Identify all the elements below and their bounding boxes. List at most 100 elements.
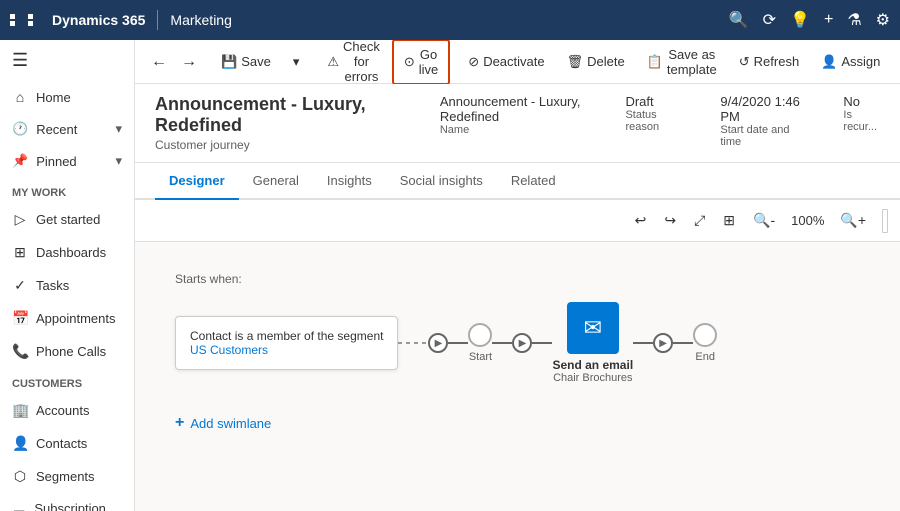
sidebar-item-appointments[interactable]: 📅 Appointments (0, 302, 134, 335)
app-name: Dynamics 365 (52, 12, 145, 28)
recent-icon: 🕐 (12, 121, 28, 137)
go-live-button[interactable]: ⊙ Go live (392, 40, 450, 85)
funnel-icon[interactable]: ⚗ (847, 10, 861, 30)
nav-buttons: ← → (145, 49, 203, 75)
fit-button[interactable]: ⤢ (688, 208, 711, 233)
us-customers-link[interactable]: US Customers (190, 343, 268, 357)
email-icon: ✉ (584, 315, 602, 341)
deactivate-button[interactable]: ⊘ Deactivate (458, 48, 554, 76)
journey-flow: Contact is a member of the segment US Cu… (175, 302, 860, 384)
record-recur-field: No Is recur... (843, 94, 880, 135)
dashed-line-1 (398, 342, 428, 344)
topbar-separator (157, 10, 158, 30)
arrow-circle-3: ▶ (653, 333, 673, 353)
redo-button[interactable]: ↪ (658, 208, 682, 233)
solid-line-3 (532, 342, 552, 344)
condition-box: Contact is a member of the segment US Cu… (175, 316, 398, 370)
canvas-area: ↩ ↪ ⤢ ⊞ 🔍- 100% 🔍+ Starts when: (135, 200, 900, 511)
email-box[interactable]: ✉ (567, 302, 619, 354)
record-subtitle: Customer journey (155, 138, 400, 152)
starts-when-label: Starts when: (175, 272, 860, 286)
add-swimlane-plus-icon: + (175, 414, 184, 432)
record-status-label: Status reason (625, 109, 680, 133)
delete-button[interactable]: 🗑 Delete (557, 48, 635, 76)
email-node-sublabel: Chair Brochures (553, 372, 632, 384)
forward-button[interactable]: → (175, 49, 203, 75)
journey-canvas: Starts when: Contact is a member of the … (135, 242, 900, 462)
resize-handle[interactable] (882, 209, 888, 233)
assign-icon: 👤 (821, 54, 837, 70)
condition-text-2: segment (337, 329, 383, 343)
deactivate-icon: ⊘ (468, 54, 479, 70)
solid-line-4 (633, 342, 653, 344)
subscription-lists-icon: ☰ (12, 508, 26, 511)
zoom-out-button[interactable]: 🔍- (747, 208, 781, 233)
solid-line-1 (448, 342, 468, 344)
plus-icon[interactable]: + (824, 11, 833, 29)
record-recur-value: No (843, 94, 880, 109)
hamburger-menu[interactable]: ☰ (0, 40, 134, 81)
refresh-button[interactable]: ↺ Refresh (729, 48, 809, 76)
zoom-in-button[interactable]: 🔍+ (834, 208, 872, 233)
settings-icon[interactable]: ⚙ (876, 10, 890, 30)
connector-to-start: ▶ (398, 333, 468, 353)
connector-to-end: ▶ (633, 333, 693, 353)
canvas-grid-button[interactable]: ⊞ (717, 208, 741, 233)
sidebar-item-accounts[interactable]: 🏢 Accounts (0, 394, 134, 427)
end-label: End (695, 351, 715, 363)
pinned-chevron-icon: ▾ (115, 153, 122, 169)
check-errors-button[interactable]: ⚠ Check for errors (317, 40, 390, 90)
sidebar-item-get-started[interactable]: ▷ Get started (0, 203, 134, 236)
email-node[interactable]: ✉ Send an email Chair Brochures (552, 302, 633, 384)
undo-button[interactable]: ↩ (629, 208, 653, 233)
delete-icon: 🗑 (567, 54, 584, 70)
tab-general[interactable]: General (239, 163, 313, 200)
record-name-label: Name (440, 124, 586, 136)
check-errors-icon: ⚠ (327, 54, 339, 70)
lightbulb-icon[interactable]: 💡 (790, 10, 810, 30)
search-icon[interactable]: 🔍 (729, 10, 749, 30)
zoom-in-icon: 🔍 (840, 212, 857, 228)
save-as-template-button[interactable]: 📋 Save as template (637, 41, 727, 83)
tab-insights[interactable]: Insights (313, 163, 386, 200)
assign-button[interactable]: 👤 Assign (811, 48, 890, 76)
add-swimlane-button[interactable]: + Add swimlane (175, 414, 860, 432)
sidebar-item-contacts[interactable]: 👤 Contacts (0, 427, 134, 460)
start-label: Start (469, 351, 492, 363)
customers-section: Customers (0, 368, 134, 394)
main-content: ← → 💾 Save ▾ ⚠ Check for errors ⊙ Go liv… (135, 40, 900, 511)
arrow-circle-2: ▶ (512, 333, 532, 353)
refresh-icon[interactable]: ⟳ (763, 10, 776, 30)
share-button[interactable]: ↗ Share (892, 48, 900, 76)
record-date-label: Start date and time (720, 124, 803, 148)
sidebar-item-home[interactable]: ⌂ Home (0, 81, 134, 113)
tab-designer[interactable]: Designer (155, 163, 239, 200)
record-title: Announcement - Luxury, Redefined (155, 94, 400, 136)
start-circle (468, 323, 492, 347)
sidebar-item-segments[interactable]: ⬡ Segments (0, 460, 134, 493)
sidebar-item-phone-calls[interactable]: 📞 Phone Calls (0, 335, 134, 368)
grid-menu-icon[interactable] (10, 14, 44, 26)
solid-line-5 (673, 342, 693, 344)
connector-to-email: ▶ (492, 333, 552, 353)
back-button[interactable]: ← (145, 49, 173, 75)
solid-line-2 (492, 342, 512, 344)
tab-related[interactable]: Related (497, 163, 570, 200)
tab-social-insights[interactable]: Social insights (386, 163, 497, 200)
save-button[interactable]: 💾 Save (211, 48, 281, 76)
sidebar-item-recent[interactable]: 🕐 Recent ▾ (0, 113, 134, 145)
sidebar-item-dashboards[interactable]: ⊞ Dashboards (0, 236, 134, 269)
dashboards-icon: ⊞ (12, 244, 28, 261)
sidebar-item-subscription-lists[interactable]: ☰ Subscription lists (0, 493, 134, 511)
sidebar-item-pinned[interactable]: 📌 Pinned ▾ (0, 145, 134, 177)
record-status-field: Draft Status reason (625, 94, 680, 135)
phone-icon: 📞 (12, 343, 28, 360)
contacts-icon: 👤 (12, 435, 28, 452)
sidebar-item-tasks[interactable]: ✓ Tasks (0, 269, 134, 302)
appointments-icon: 📅 (12, 310, 28, 327)
recent-chevron-icon: ▾ (115, 121, 122, 137)
topbar: Dynamics 365 Marketing 🔍 ⟳ 💡 + ⚗ ⚙ (0, 0, 900, 40)
save-dropdown-button[interactable]: ▾ (283, 48, 310, 76)
template-icon: 📋 (647, 54, 663, 70)
layout: ☰ ⌂ Home 🕐 Recent ▾ 📌 Pinned ▾ My Work ▷… (0, 40, 900, 511)
